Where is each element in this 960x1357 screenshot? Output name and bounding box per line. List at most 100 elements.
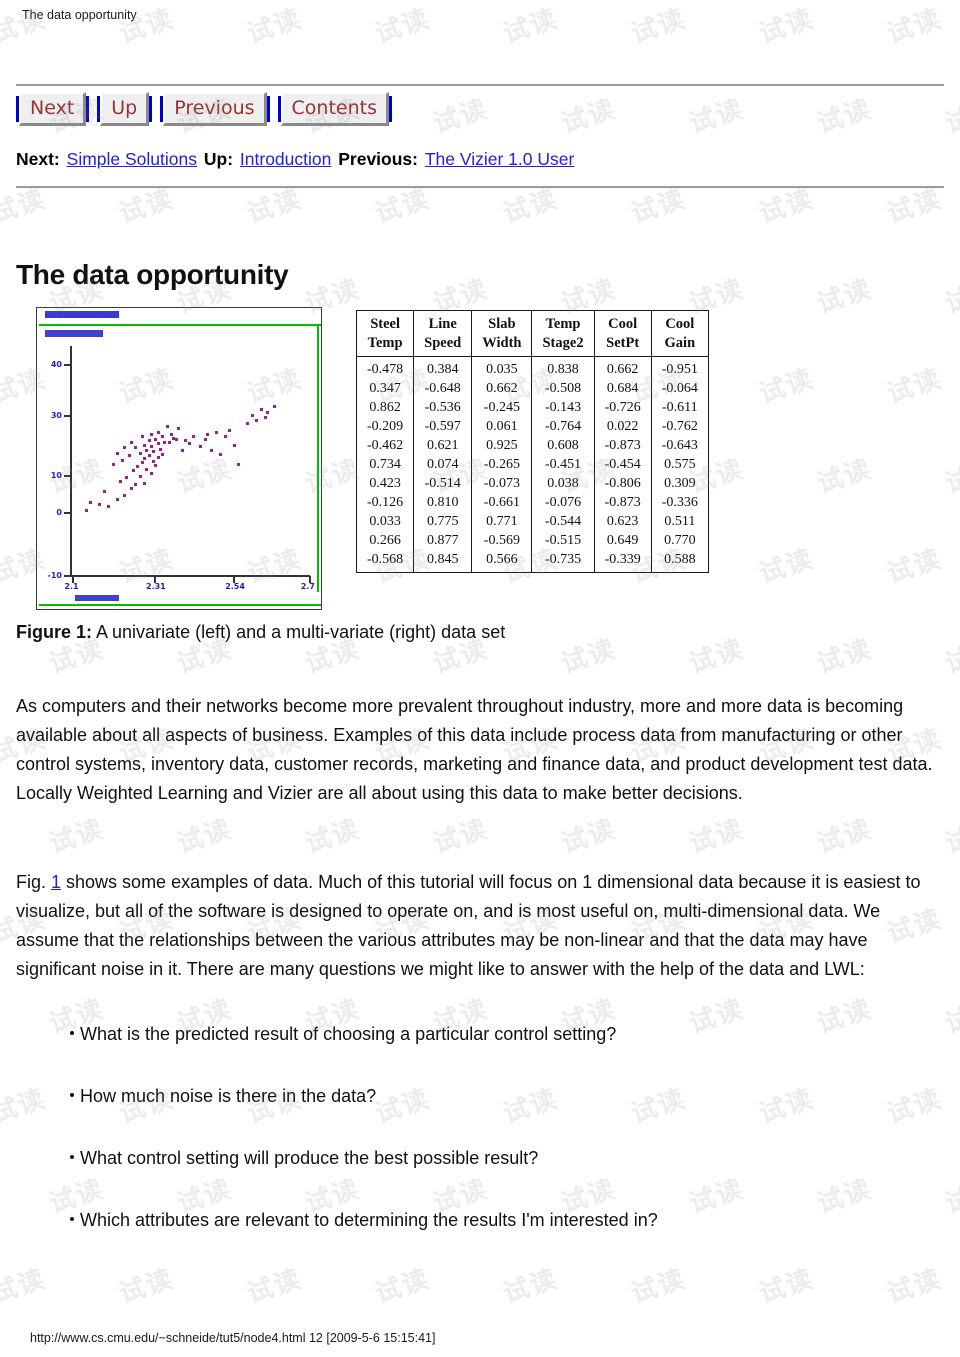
paragraph-2-before: Fig. (16, 872, 52, 892)
watermark-text: 试读 (243, 3, 307, 50)
table-cell: -0.764 (531, 417, 595, 436)
scatter-point (143, 457, 147, 461)
table-cell: 0.662 (593, 356, 652, 379)
watermark-text: 试读 (941, 93, 960, 140)
up-button[interactable]: Up (97, 92, 153, 126)
next-link[interactable]: Simple Solutions (67, 149, 197, 169)
table-cell: -0.126 (355, 493, 415, 512)
table-column-header-line1: Temp (545, 316, 581, 332)
table-cell: -0.508 (531, 379, 595, 398)
table-cell: 0.511 (650, 512, 709, 531)
previous-button[interactable]: Previous (160, 92, 270, 126)
figure-caption-prefix: Figure 1: (16, 622, 93, 642)
y-axis-tick-label: 0 (56, 508, 62, 518)
up-link[interactable]: Introduction (240, 149, 331, 169)
table-cell: 0.608 (531, 436, 595, 455)
footer-url: http://www.cs.cmu.edu/~schneide/tut5/nod… (30, 1331, 436, 1345)
scatter-point (138, 451, 142, 455)
table-cell: -0.462 (355, 436, 415, 455)
table-cell: -0.143 (531, 398, 595, 417)
table-column-header-line2: Width (482, 335, 522, 351)
table-cell: 0.384 (413, 356, 473, 379)
table-cell: 0.877 (413, 531, 473, 550)
table-cell: -0.536 (413, 398, 473, 417)
watermark-text: 试读 (301, 813, 365, 860)
contents-button[interactable]: Contents (277, 92, 392, 126)
watermark-text: 试读 (300, 1348, 365, 1357)
scatter-point (246, 421, 250, 425)
watermark-text: 试读 (684, 1348, 749, 1357)
table-row: -0.568 0.845 0.566 -0.735 -0.339 0.588 (355, 550, 709, 573)
table-cell: -0.073 (471, 474, 533, 493)
scatter-point (136, 465, 140, 469)
watermark-text: 试读 (940, 1348, 960, 1357)
scatter-point (147, 439, 151, 443)
table-column-header-line2: Gain (664, 335, 696, 351)
table-cell: 0.838 (531, 356, 595, 379)
watermark-text: 试读 (627, 3, 691, 50)
watermark-text: 试读 (755, 3, 819, 50)
y-axis-tick-label: 10 (50, 471, 62, 481)
table-header: Steel Temp Line Speed Slab Width Temp Stage2 Coo… (355, 310, 709, 357)
scatter-point (149, 444, 153, 448)
scatter-point (123, 446, 127, 450)
scatter-point (156, 455, 160, 459)
table-cell: -0.245 (471, 398, 533, 417)
plot-frame-right (317, 324, 319, 592)
table-cell: -0.597 (413, 417, 473, 436)
next-button[interactable]: Next (16, 92, 90, 126)
scatter-point (183, 439, 187, 443)
scatter-point (156, 442, 160, 446)
previous-link[interactable]: The Vizier 1.0 User (425, 149, 574, 169)
y-axis-tick-label: -10 (47, 570, 62, 580)
figure-reference-link[interactable]: 1 (51, 872, 61, 892)
table-row: 0.266 0.877 -0.569 -0.515 0.649 0.770 (355, 531, 709, 550)
watermark-text: 试读 (685, 813, 749, 860)
y-axis-line (70, 346, 72, 577)
scatter-point (143, 443, 147, 447)
table-cell: 0.925 (471, 436, 533, 455)
table-cell: 0.033 (355, 512, 415, 531)
y-axis-tick (64, 512, 71, 515)
paragraph-1: As computers and their networks become m… (16, 696, 933, 803)
table-row: 0.423 -0.514 -0.073 0.038 -0.806 0.309 (355, 474, 709, 493)
scatter-point (167, 440, 171, 444)
scatter-point (102, 489, 106, 493)
table-cell: 0.423 (355, 474, 415, 493)
scatter-point (111, 462, 115, 466)
scatter-point (134, 446, 138, 450)
scatter-point (250, 413, 254, 417)
table-cell: -0.568 (355, 550, 415, 573)
x-axis-line (70, 575, 310, 577)
table-cell: 0.575 (650, 455, 709, 474)
scatter-point (163, 440, 167, 444)
table-cell: 0.566 (471, 550, 533, 573)
table-row: -0.478 0.384 0.035 0.838 0.662 -0.951 (355, 356, 709, 379)
question-list: What is the predicted result of choosing… (16, 1022, 936, 1270)
watermark-text: 试读 (557, 93, 621, 140)
multivariate-data-table-wrap: Steel Temp Line Speed Slab Width Temp Stage2 Coo… (355, 310, 709, 573)
table-cell: 0.588 (650, 550, 709, 573)
scatter-point (205, 432, 209, 436)
table-cell: -0.661 (471, 493, 533, 512)
table-cell: 0.621 (413, 436, 473, 455)
table-cell: 0.061 (471, 417, 533, 436)
watermark-text: 试读 (428, 1348, 493, 1357)
contents-button-label: Contents (280, 92, 389, 126)
scatter-point (210, 449, 214, 452)
scatter-point (172, 436, 176, 440)
scatter-point (118, 480, 122, 484)
scatter-point (232, 443, 236, 447)
scatter-point (154, 438, 158, 442)
watermark-text: 试读 (813, 813, 877, 860)
table-cell: -0.806 (593, 474, 652, 493)
table-header-row: Steel Temp Line Speed Slab Width Temp Stage2 Coo… (355, 310, 709, 357)
y-axis-tick (64, 574, 71, 577)
watermark-text: 试读 (499, 3, 563, 50)
watermark-text: 试读 (812, 1348, 877, 1357)
x-axis-tick-label: 2.7 (300, 582, 315, 591)
scatter-point (149, 432, 153, 436)
table-column-header-line1: Cool (608, 316, 638, 332)
table-cell: 0.309 (650, 474, 709, 493)
table-cell: 0.022 (593, 417, 652, 436)
